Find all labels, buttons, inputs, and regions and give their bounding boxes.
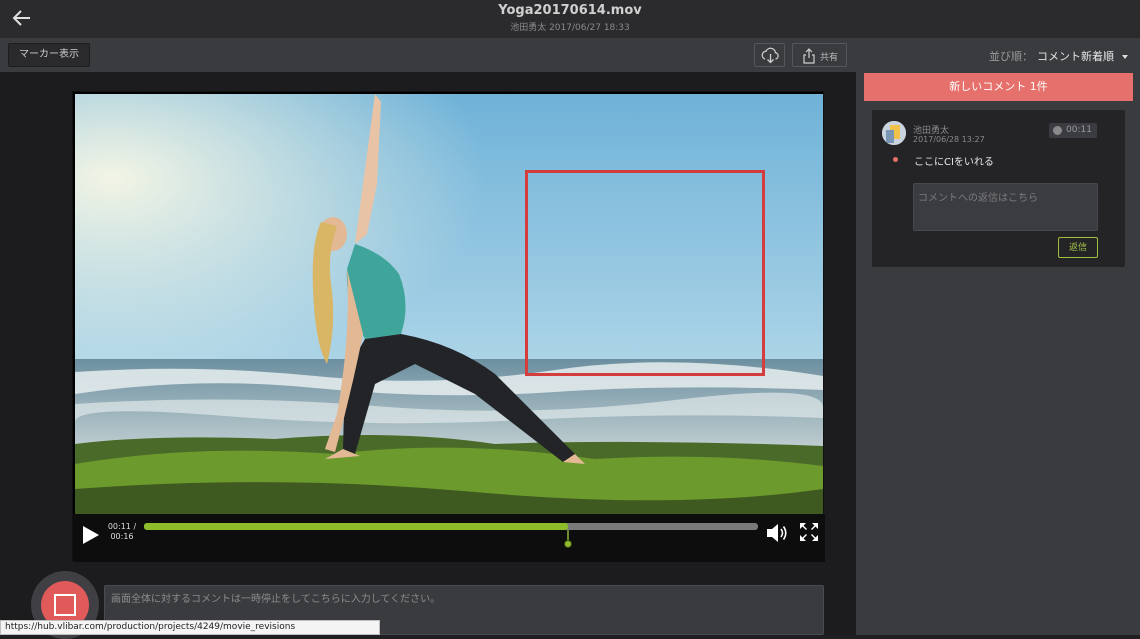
player-controls: 00:11 / 00:16 <box>73 514 825 562</box>
chevron-down-icon <box>1122 55 1128 59</box>
video-subtitle: 池田勇太 2017/06/27 18:33 <box>510 23 630 33</box>
share-label: 共有 <box>820 53 839 63</box>
top-bar: Yoga20170614.mov 池田勇太 2017/06/27 18:33 <box>0 0 1140 38</box>
comment-date: 2017/06/28 13:27 <box>913 135 985 144</box>
duration: 00:16 <box>110 532 134 541</box>
status-bar-url: https://hub.vlibar.com/production/projec… <box>0 620 380 635</box>
avatar <box>882 121 906 145</box>
player-pane: マーカー表示 共有 00:11 / 00:16 画面全体に対するコメントは一時停… <box>0 38 856 639</box>
progress-fill <box>144 523 568 530</box>
player-toolbar: マーカー表示 共有 <box>0 38 856 72</box>
comment-marker-dot[interactable] <box>563 540 572 548</box>
cloud-download-icon <box>761 47 779 64</box>
reply-button[interactable]: 返信 <box>1058 237 1098 258</box>
reply-box[interactable] <box>913 183 1098 231</box>
global-comment-input[interactable] <box>111 590 811 608</box>
sort-value: コメント新着順 <box>1037 50 1114 63</box>
annotation-marker-box[interactable] <box>525 170 765 376</box>
comment-card[interactable]: 池田勇太 2017/06/28 13:27 00:11 ここにCIをいれる 返信 <box>872 110 1125 267</box>
new-comments-banner[interactable]: 新しいコメント 1件 <box>864 73 1133 101</box>
download-button[interactable] <box>754 43 785 67</box>
sort-dropdown[interactable]: 並び順： コメント新着順 <box>989 48 1128 64</box>
comment-bullet <box>893 157 898 162</box>
comment-timestamp-badge[interactable]: 00:11 <box>1049 123 1097 138</box>
comments-sidebar: 並び順： コメント新着順 新しいコメント 1件 池田勇太 2017/06/28 1… <box>856 38 1140 635</box>
comment-text: ここにCIをいれる <box>914 157 994 168</box>
square-icon <box>54 594 76 616</box>
video-title: Yoga20170614.mov <box>498 3 642 18</box>
volume-icon[interactable] <box>765 522 789 544</box>
fullscreen-icon[interactable] <box>799 522 819 542</box>
time-display: 00:11 / 00:16 <box>107 522 137 542</box>
play-icon[interactable] <box>81 524 101 546</box>
share-button[interactable]: 共有 <box>792 43 847 67</box>
share-icon <box>803 48 815 64</box>
reply-input[interactable] <box>914 184 1097 230</box>
sort-label: 並び順： <box>989 50 1033 63</box>
play-circle-icon <box>1053 126 1062 135</box>
comment-timestamp: 00:11 <box>1066 125 1092 135</box>
video-player[interactable]: 00:11 / 00:16 <box>72 91 825 562</box>
marker-toggle-button[interactable]: マーカー表示 <box>8 43 90 67</box>
video-frame[interactable] <box>75 94 823 514</box>
avatar-image <box>882 121 906 145</box>
progress-bar[interactable] <box>144 523 758 530</box>
current-time: 00:11 / <box>107 522 137 531</box>
